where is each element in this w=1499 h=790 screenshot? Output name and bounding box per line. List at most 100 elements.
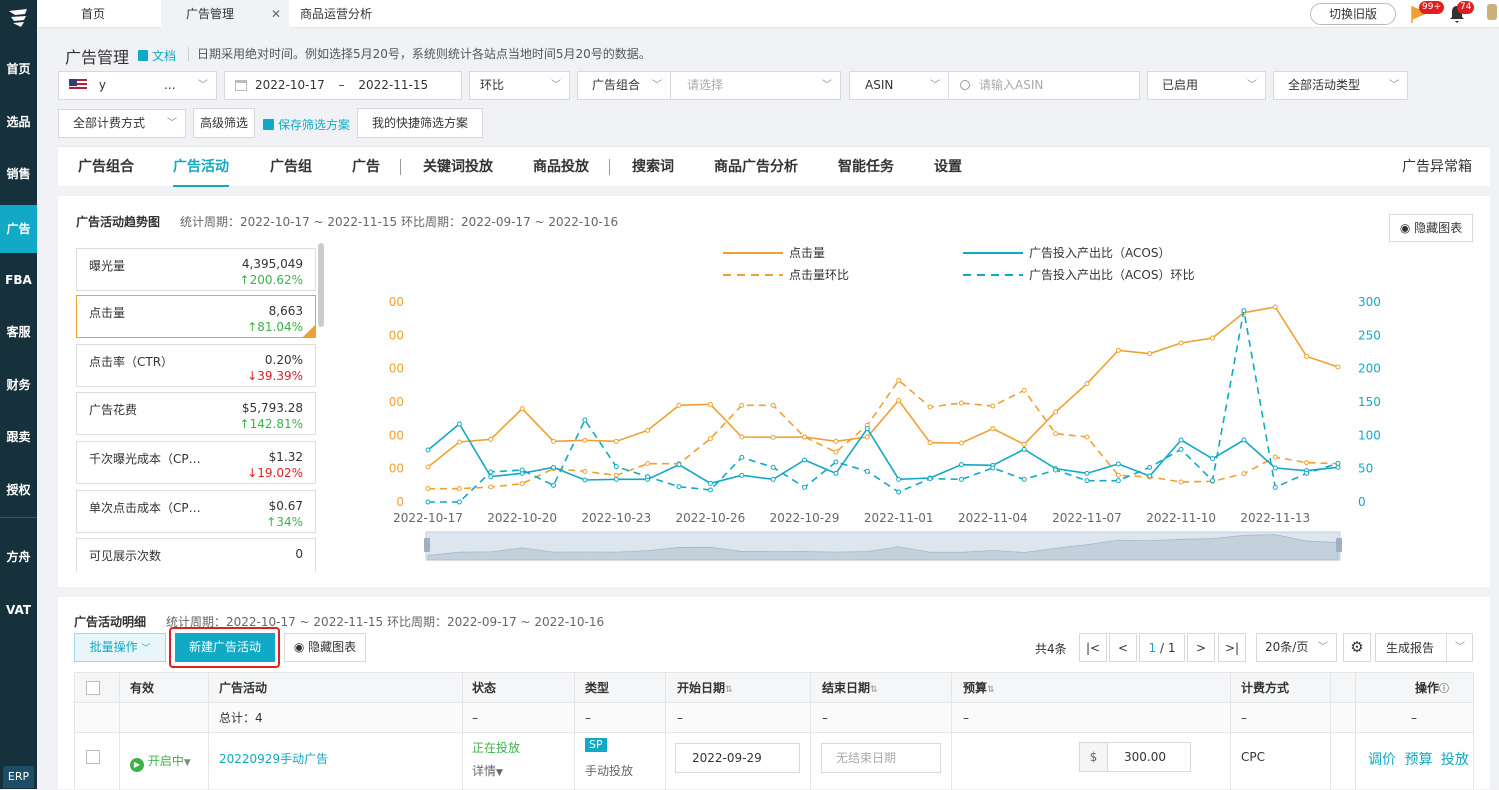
generate-report-button[interactable]: 生成报告 ﹀ (1375, 633, 1473, 662)
start-date-input[interactable]: 2022-09-29 (675, 743, 800, 773)
avatar[interactable] (1487, 4, 1497, 20)
col-budget[interactable]: 预算⇅ (963, 673, 995, 703)
row-checkbox[interactable] (86, 750, 100, 764)
metric-card-selected[interactable]: 点击量 8,663 ↑81.04% (76, 295, 316, 338)
tab-ads-management[interactable]: 广告管理 ✕ (161, 0, 289, 28)
sidebar-item-follow[interactable]: 跟卖 (0, 415, 37, 459)
batch-operation-button[interactable]: 批量操作 ﹀ (74, 633, 166, 662)
sidebar-item-service[interactable]: 客服 (0, 310, 37, 354)
tab-product-ad-analysis[interactable]: 商品广告分析 (714, 147, 798, 187)
data-point (864, 426, 870, 432)
sidebar-item-sales[interactable]: 销售 (0, 152, 37, 196)
data-point (770, 464, 776, 470)
targeting-link[interactable]: 投放 (1441, 752, 1469, 768)
state-detail-link[interactable]: 详情▼ (472, 762, 503, 779)
date-range-picker[interactable]: 2022-10-17 – 2022-11-15 (224, 71, 462, 100)
end-date-input[interactable]: 无结束日期 (821, 743, 941, 773)
tab-ad-group[interactable]: 广告组 (270, 147, 312, 187)
tab-ad[interactable]: 广告 (352, 147, 380, 187)
portfolio-type-select[interactable]: 广告组合 ﹀ (577, 71, 671, 100)
x-tick: 2022-11-01 (864, 511, 934, 525)
valid-toggle[interactable]: ▶ 开启中▼ (130, 752, 191, 772)
sidebar-item-selection[interactable]: 选品 (0, 100, 37, 144)
tab-settings[interactable]: 设置 (934, 147, 962, 187)
status-select[interactable]: 已启用 ﹀ (1147, 71, 1266, 100)
sidebar-item-ads[interactable]: 广告 (0, 205, 37, 253)
select-all-checkbox[interactable] (86, 681, 100, 695)
data-point (519, 406, 525, 412)
sidebar-erp[interactable]: ERP (3, 766, 34, 788)
sidebar-item-auth[interactable]: 授权 (0, 468, 37, 512)
sidebar-item-home[interactable]: 首页 (0, 47, 37, 91)
metric-card[interactable]: 曝光量 4,395,049 ↑200.62% (76, 248, 316, 291)
metric-name: 单次点击成本（CP… (89, 501, 201, 515)
x-tick: 2022-11-10 (1146, 511, 1216, 525)
detail-hide-chart-button[interactable]: ◉ 隐藏图表 (284, 633, 366, 662)
sidebar-item-finance[interactable]: 财务 (0, 363, 37, 407)
data-point (833, 438, 839, 444)
campaign-type-select[interactable]: 全部活动类型 ﹀ (1273, 71, 1408, 100)
budget-link[interactable]: 预算 (1404, 752, 1432, 768)
my-schemes-button[interactable]: 我的快捷筛选方案 (357, 108, 483, 138)
metric-card[interactable]: 可见展示次数 0 (76, 538, 316, 572)
tab-portfolio[interactable]: 广告组合 (78, 147, 134, 187)
switch-old-version-button[interactable]: 切换旧版 (1310, 3, 1396, 25)
sidebar-item-ark[interactable]: 方舟 (0, 535, 37, 579)
page-input[interactable]: 1 / 1 (1139, 633, 1185, 662)
metric-card[interactable]: 广告花费 $5,793.28 ↑142.81% (76, 392, 316, 435)
next-page-button[interactable]: > (1187, 633, 1215, 662)
bell-icon[interactable]: 74 (1448, 1, 1475, 24)
data-point (739, 402, 745, 408)
last-page-button[interactable]: >| (1218, 633, 1246, 662)
dash: – (1411, 711, 1417, 725)
hide-chart-button[interactable]: ◉ 隐藏图表 (1389, 214, 1473, 242)
x-tick: 2022-10-26 (676, 511, 746, 525)
data-point (551, 438, 557, 444)
logo-icon[interactable] (6, 6, 30, 30)
billing-select[interactable]: 全部计费方式 ﹀ (58, 109, 186, 138)
sidebar-item-fba[interactable]: FBA (0, 258, 37, 302)
campaign-name-link[interactable]: 20220929手动广告 (219, 750, 328, 767)
abnormal-box-link[interactable]: 广告异常箱 (1402, 147, 1472, 187)
data-point (739, 472, 745, 478)
budget-input[interactable]: $ 300.00 (1079, 742, 1191, 772)
advanced-filter-button[interactable]: 高级筛选 (193, 108, 255, 138)
page-size-select[interactable]: 20条/页 ﹀ (1256, 633, 1337, 662)
metric-scrollbar[interactable] (318, 243, 324, 327)
save-scheme-link[interactable]: 保存筛选方案 (263, 116, 350, 133)
gear-icon[interactable]: ⚙ (1343, 633, 1371, 662)
data-point (707, 436, 713, 442)
zoom-handle-left[interactable] (424, 538, 430, 552)
col-start-date[interactable]: 开始日期⇅ (677, 673, 733, 703)
compare-select[interactable]: 环比 ﹀ (469, 71, 570, 100)
zoom-handle-right[interactable] (1336, 538, 1342, 552)
adjust-price-link[interactable]: 调价 (1368, 752, 1396, 768)
doc-link[interactable]: 文档 (138, 47, 176, 64)
sidebar-item-vat[interactable]: VAT (0, 588, 37, 632)
tab-product-analysis[interactable]: 商品运营分析 (289, 0, 419, 28)
col-end-date[interactable]: 结束日期⇅ (822, 673, 878, 703)
data-point (425, 486, 431, 492)
y-right-tick: 300 (1358, 295, 1381, 309)
asin-search-input[interactable]: 请输入ASIN (948, 71, 1140, 100)
portfolio-select[interactable]: 请选择 ﹀ (670, 71, 841, 100)
tab-smart-task[interactable]: 智能任务 (838, 147, 894, 187)
tab-keyword-targeting[interactable]: 关键词投放 (423, 147, 493, 187)
tab-campaign[interactable]: 广告活动 (173, 147, 229, 187)
shop-select[interactable]: y ... ﹀ (58, 71, 217, 100)
new-campaign-button[interactable]: 新建广告活动 (175, 633, 275, 662)
close-icon[interactable]: ✕ (271, 0, 281, 28)
tab-search-terms[interactable]: 搜索词 (632, 147, 674, 187)
tab-home[interactable]: 首页 (37, 0, 161, 28)
first-page-button[interactable]: |< (1079, 633, 1107, 662)
data-point (519, 467, 525, 473)
metric-card[interactable]: 单次点击成本（CP… $0.67 ↑34% (76, 490, 316, 533)
metric-card[interactable]: 点击率（CTR） 0.20% ↓39.39% (76, 344, 316, 387)
asin-type-select[interactable]: ASIN ﹀ (849, 71, 949, 100)
tab-product-targeting[interactable]: 商品投放 (533, 147, 589, 187)
metric-card[interactable]: 千次曝光成本（CP… $1.32 ↓19.02% (76, 441, 316, 484)
flag-icon[interactable]: 99+ (1409, 1, 1444, 24)
data-point (739, 454, 745, 460)
eye-icon: ◉ (293, 640, 305, 654)
prev-page-button[interactable]: < (1109, 633, 1137, 662)
